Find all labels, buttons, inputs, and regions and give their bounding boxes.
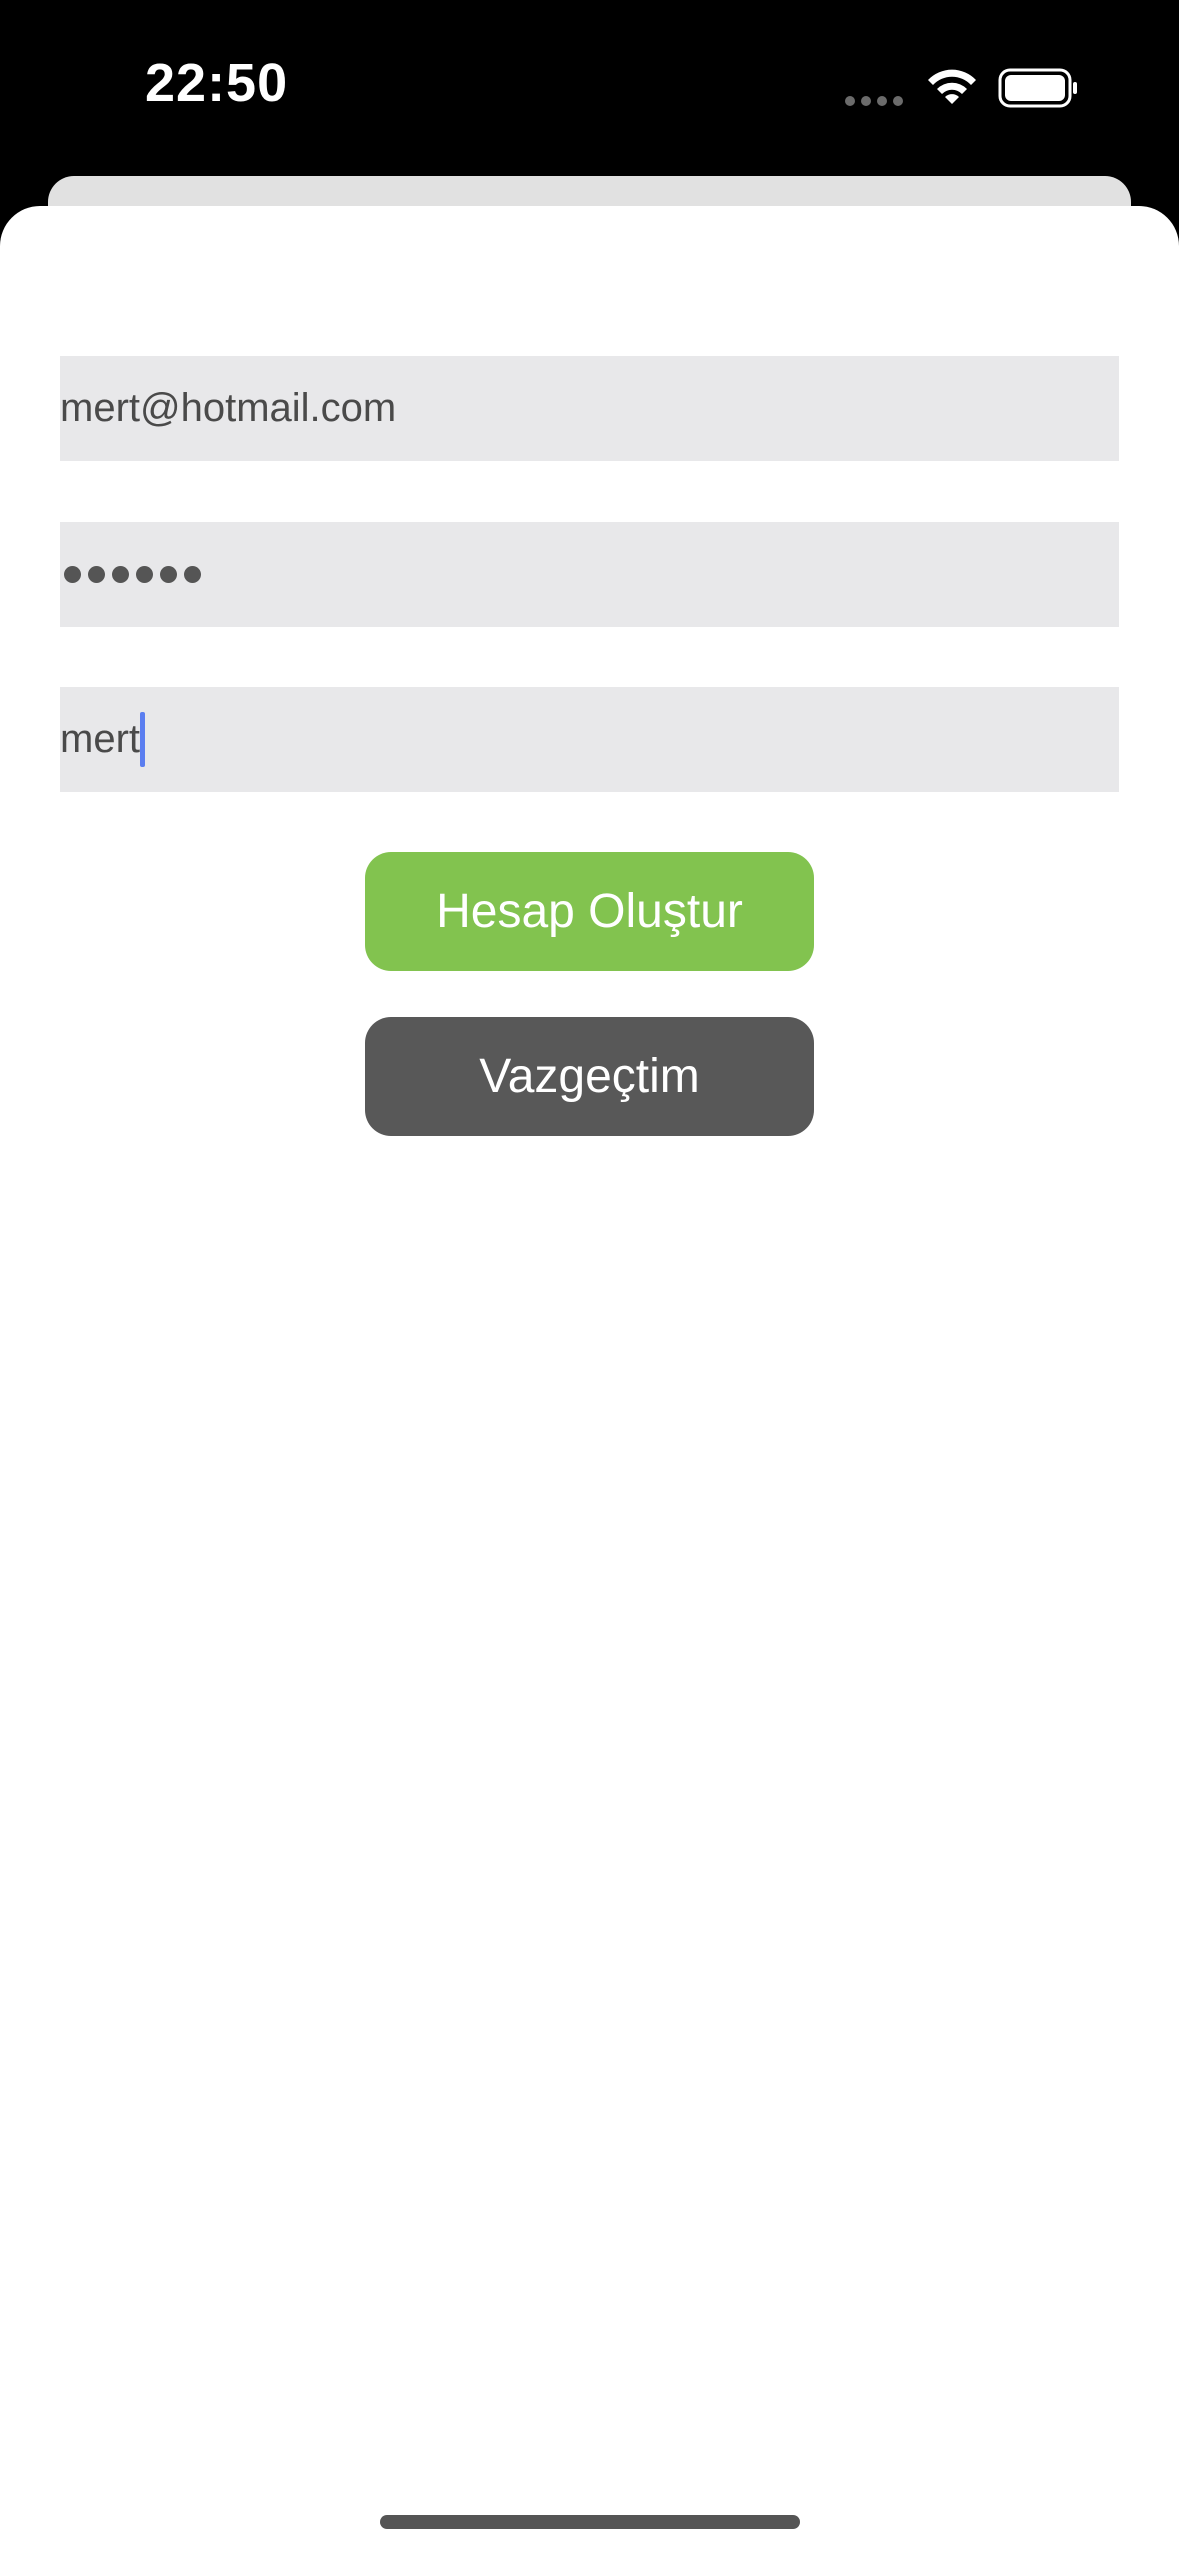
username-field[interactable]: mert: [60, 687, 1119, 792]
password-dot: [88, 566, 105, 583]
status-bar: 22:50: [0, 0, 1179, 175]
create-account-label: Hesap Oluştur: [436, 885, 743, 938]
cancel-label: Vazgeçtim: [479, 1050, 700, 1103]
password-dot: [184, 566, 201, 583]
screen: 22:50 mert@hotmail.com mert Hesap Oluştu…: [0, 0, 1179, 2556]
password-field[interactable]: [60, 522, 1119, 627]
home-indicator[interactable]: [380, 2515, 800, 2529]
create-account-button[interactable]: Hesap Oluştur: [365, 852, 814, 971]
cancel-button[interactable]: Vazgeçtim: [365, 1017, 814, 1136]
email-value: mert@hotmail.com: [60, 386, 397, 430]
email-field[interactable]: mert@hotmail.com: [60, 356, 1119, 461]
status-time: 22:50: [145, 53, 289, 113]
password-dot: [112, 566, 129, 583]
password-dot: [64, 566, 81, 583]
username-value: mert: [60, 717, 140, 761]
signup-sheet: mert@hotmail.com mert Hesap Oluştur Vazg…: [0, 206, 1179, 2556]
password-dot: [136, 566, 153, 583]
signal-dots-icon: [845, 96, 905, 106]
password-mask: [60, 566, 201, 583]
wifi-icon: [928, 69, 976, 104]
text-caret: [140, 712, 145, 767]
battery-icon: [998, 68, 1077, 108]
password-dot: [160, 566, 177, 583]
